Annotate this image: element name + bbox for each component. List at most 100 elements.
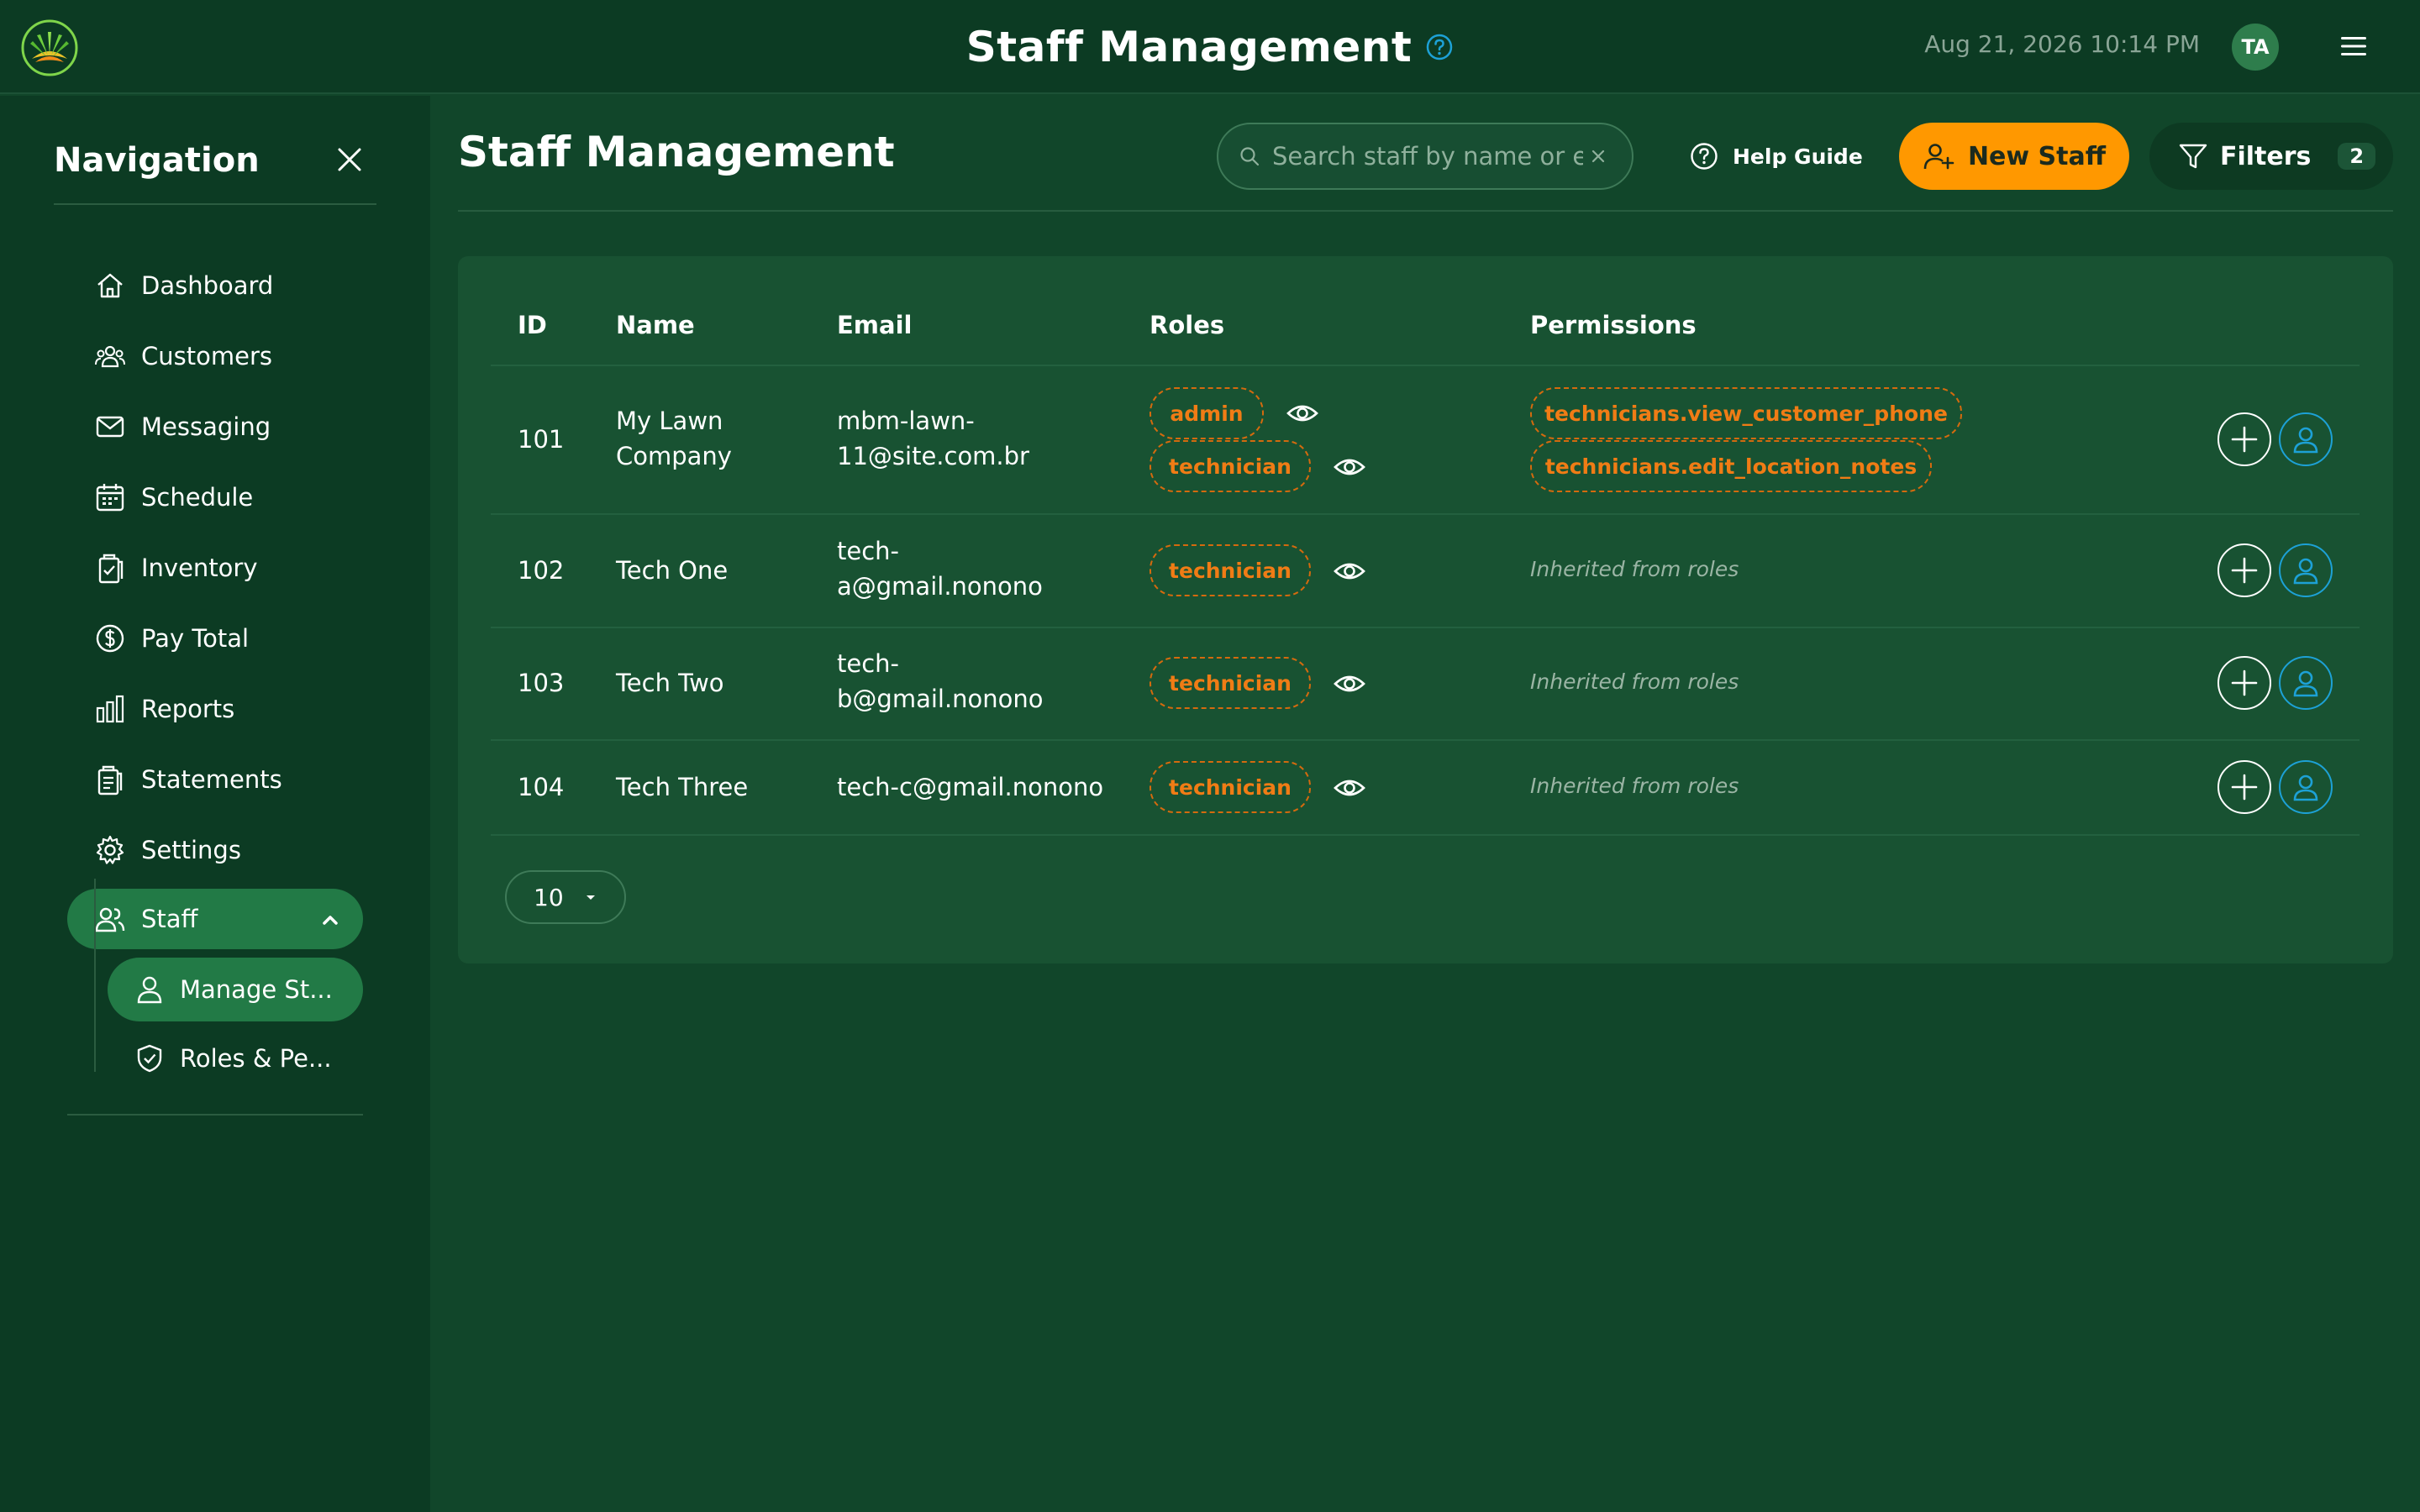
permission-badge: technicians.edit_location_notes — [1530, 440, 1932, 492]
document-list-icon — [94, 764, 126, 795]
dollar-circle-icon — [94, 622, 126, 654]
view-profile-button[interactable] — [2279, 656, 2333, 710]
help-guide-label: Help Guide — [1733, 144, 1863, 169]
sidebar-divider — [67, 1114, 363, 1116]
column-header-roles[interactable]: Roles — [1150, 311, 1224, 339]
sidebar-item-schedule[interactable]: Schedule — [67, 467, 363, 528]
eye-icon[interactable] — [1333, 554, 1366, 588]
table-divider — [491, 365, 2360, 366]
header-divider — [458, 210, 2393, 212]
page-size-select[interactable]: 10 — [505, 870, 626, 924]
cell-email-line: mbm-lawn- — [837, 407, 975, 435]
cell-id: 103 — [518, 669, 565, 697]
role-badge-technician[interactable]: technician — [1150, 761, 1311, 813]
mail-icon — [94, 411, 126, 443]
column-header-permissions[interactable]: Permissions — [1530, 311, 1697, 339]
sidebar-item-label: Reports — [141, 695, 235, 723]
cell-email-line: a@gmail.nonono — [837, 572, 1043, 601]
view-profile-button[interactable] — [2279, 760, 2333, 814]
plus-icon — [2231, 669, 2258, 696]
new-staff-button[interactable]: New Staff — [1899, 123, 2129, 190]
plus-icon — [2231, 774, 2258, 801]
cell-email-line: tech-c@gmail.nonono — [837, 773, 1104, 801]
filters-count-badge: 2 — [2338, 143, 2376, 170]
eye-icon[interactable] — [1286, 396, 1319, 430]
submenu-guide-line — [94, 879, 96, 1072]
cell-name-line: Company — [616, 442, 732, 470]
sidebar-item-messaging[interactable]: Messaging — [67, 396, 363, 457]
search-input[interactable] — [1272, 142, 1583, 171]
page-size-value: 10 — [534, 883, 564, 911]
user-icon — [2293, 558, 2318, 585]
sidebar-item-staff[interactable]: Staff — [67, 889, 363, 949]
cell-name-line: Tech One — [616, 556, 729, 585]
cell-email-line: b@gmail.nonono — [837, 685, 1044, 713]
view-profile-button[interactable] — [2279, 412, 2333, 466]
staff-table-card — [458, 256, 2393, 963]
sidebar-item-dashboard[interactable]: Dashboard — [67, 255, 363, 316]
sidebar-header: Navigation — [54, 134, 376, 205]
user-avatar[interactable]: TA — [2232, 24, 2279, 71]
sidebar-item-reports[interactable]: Reports — [67, 679, 363, 739]
gear-icon — [94, 834, 126, 866]
home-icon — [94, 270, 126, 302]
sidebar-subitem-roles-permissions[interactable]: Roles & Pe... — [108, 1026, 363, 1090]
sidebar-item-label: Customers — [141, 342, 272, 370]
search-icon — [1239, 145, 1260, 167]
app-title: Staff Management — [965, 23, 1413, 71]
sidebar-item-pay-total[interactable]: Pay Total — [67, 608, 363, 669]
eye-icon[interactable] — [1333, 667, 1366, 701]
column-header-email[interactable]: Email — [837, 311, 912, 339]
sidebar-item-label: Settings — [141, 836, 241, 864]
sidebar-item-label: Schedule — [141, 483, 254, 512]
top-bar: Staff Management Aug 21, 2026 10:14 PM T… — [0, 0, 2420, 94]
bar-chart-icon — [94, 693, 126, 725]
close-icon[interactable] — [336, 146, 363, 173]
view-profile-button[interactable] — [2279, 543, 2333, 597]
filters-button[interactable]: Filters 2 — [2149, 123, 2393, 190]
caret-down-icon — [586, 895, 595, 900]
role-badge-admin[interactable]: admin — [1150, 387, 1264, 439]
question-circle-icon[interactable] — [1425, 33, 1454, 61]
role-badge-technician[interactable]: technician — [1150, 657, 1311, 709]
clipboard-check-icon — [94, 552, 126, 584]
cell-email-line: tech- — [837, 537, 900, 565]
cell-email-line: tech- — [837, 649, 900, 678]
sidebar-subitem-label: Manage St... — [180, 975, 333, 1004]
column-header-name[interactable]: Name — [616, 311, 695, 339]
sidebar-item-label: Messaging — [141, 412, 271, 441]
role-badge-technician[interactable]: technician — [1150, 544, 1311, 596]
add-button[interactable] — [2217, 543, 2271, 597]
help-guide-button[interactable]: Help Guide — [1689, 139, 1863, 173]
role-badge-technician[interactable]: technician — [1150, 440, 1311, 492]
cell-email-line: 11@site.com.br — [837, 442, 1029, 470]
add-button[interactable] — [2217, 412, 2271, 466]
user-icon — [2293, 427, 2318, 454]
users-icon — [94, 903, 126, 935]
sidebar-item-customers[interactable]: Customers — [67, 326, 363, 386]
cell-id: 104 — [518, 773, 565, 801]
sidebar-item-inventory[interactable]: Inventory — [67, 538, 363, 598]
user-icon — [134, 974, 165, 1005]
sidebar-item-statements[interactable]: Statements — [67, 749, 363, 810]
eye-icon[interactable] — [1333, 771, 1366, 805]
search-box — [1217, 123, 1634, 190]
cell-name-line: My Lawn — [616, 407, 723, 435]
menu-icon[interactable] — [2339, 34, 2368, 59]
cell-name-line: Tech Three — [616, 773, 749, 801]
clear-search-icon[interactable] — [1590, 148, 1607, 165]
permission-badge: technicians.view_customer_phone — [1530, 387, 1962, 439]
sidebar-item-label: Dashboard — [141, 271, 274, 300]
sidebar-subitem-manage-staff[interactable]: Manage St... — [108, 958, 363, 1021]
plus-icon — [2231, 426, 2258, 453]
add-button[interactable] — [2217, 760, 2271, 814]
sidebar-title: Navigation — [54, 141, 260, 180]
user-icon — [2293, 774, 2318, 801]
eye-icon[interactable] — [1333, 450, 1366, 484]
sidebar-item-settings[interactable]: Settings — [67, 820, 363, 880]
cell-id: 102 — [518, 556, 565, 585]
cell-id: 101 — [518, 425, 565, 454]
add-button[interactable] — [2217, 656, 2271, 710]
column-header-id[interactable]: ID — [518, 311, 547, 339]
chevron-up-icon[interactable] — [321, 911, 339, 929]
